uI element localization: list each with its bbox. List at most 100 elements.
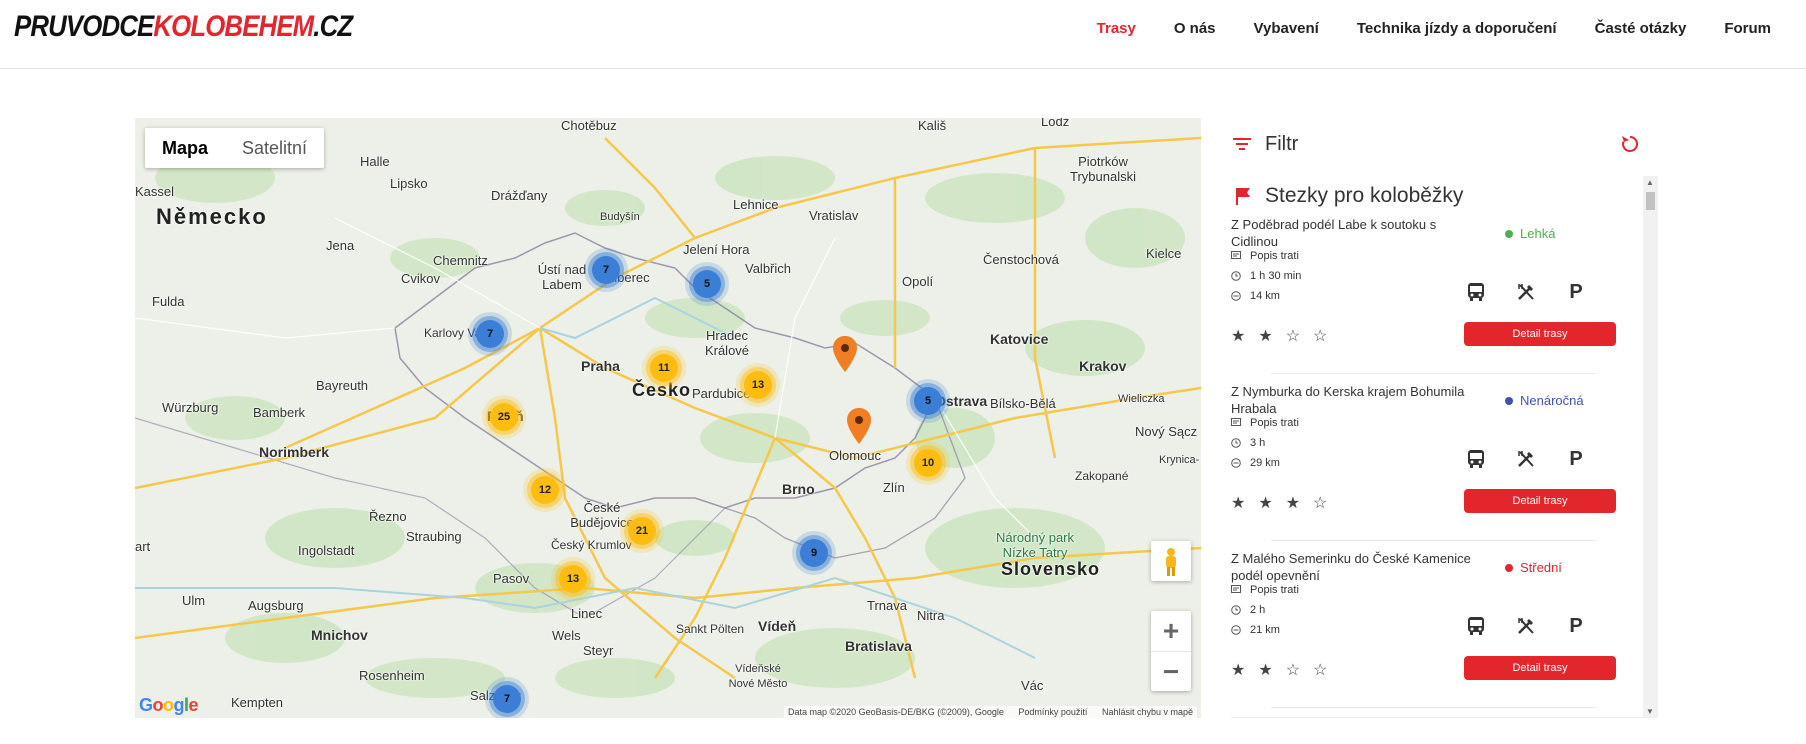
city-label: České Budějovice bbox=[570, 500, 634, 530]
list-scrollbar[interactable]: ▲ ▼ bbox=[1643, 176, 1658, 717]
city-label: Brno bbox=[782, 481, 815, 497]
zoom-in-button[interactable]: + bbox=[1151, 611, 1191, 651]
country-label-czech: Česko bbox=[632, 380, 692, 400]
restaurant-icon bbox=[1514, 280, 1538, 304]
map-cluster[interactable]: 21 bbox=[628, 517, 656, 545]
category-title: Stezky pro koloběžky bbox=[1265, 184, 1464, 207]
route-rating: ★ ★ ★ ☆ bbox=[1231, 493, 1327, 513]
site-logo[interactable]: PRUVODCEKOLOBEHEM.CZ bbox=[14, 10, 353, 44]
map-cluster[interactable]: 7 bbox=[592, 256, 620, 284]
scroll-up-icon[interactable]: ▲ bbox=[1646, 178, 1654, 187]
star-icon-filled[interactable]: ★ bbox=[1258, 493, 1272, 513]
city-label: Lehnice bbox=[733, 197, 779, 212]
route-name[interactable]: Z Nymburka do Kerska krajem Bohumila Hra… bbox=[1231, 383, 1471, 417]
star-icon-empty[interactable]: ☆ bbox=[1286, 326, 1300, 346]
scrollbar-thumb[interactable] bbox=[1646, 192, 1655, 210]
map-marker-pin[interactable] bbox=[833, 336, 857, 372]
city-label: Straubing bbox=[406, 529, 462, 544]
map-cluster[interactable]: 13 bbox=[559, 565, 587, 593]
map-cluster[interactable]: 25 bbox=[490, 403, 518, 431]
map-cluster[interactable]: 10 bbox=[914, 449, 942, 477]
star-icon-filled[interactable]: ★ bbox=[1258, 326, 1272, 346]
map-cluster[interactable]: 12 bbox=[531, 476, 559, 504]
route-duration: 2 h bbox=[1231, 604, 1265, 616]
nav-trasy[interactable]: Trasy bbox=[1078, 18, 1155, 39]
star-icon-filled[interactable]: ★ bbox=[1231, 493, 1245, 513]
map-cluster[interactable]: 11 bbox=[650, 354, 678, 382]
city-label: Pardubice bbox=[692, 386, 751, 401]
route-name[interactable]: Z Poděbrad podél Labe k soutoku s Cidlin… bbox=[1231, 216, 1471, 250]
city-label: Hradec Králové bbox=[704, 328, 750, 358]
nav-vybaveni[interactable]: Vybavení bbox=[1235, 18, 1338, 39]
star-icon-empty[interactable]: ☆ bbox=[1313, 660, 1327, 680]
reset-icon[interactable] bbox=[1619, 133, 1641, 155]
map-cluster[interactable]: 5 bbox=[693, 270, 721, 298]
description-label: Popis trati bbox=[1250, 250, 1299, 262]
map-cluster[interactable]: 13 bbox=[744, 371, 772, 399]
map-cluster[interactable]: 9 bbox=[800, 539, 828, 567]
nav-technika[interactable]: Technika jízdy a doporučení bbox=[1338, 18, 1576, 39]
city-label: Jena bbox=[326, 238, 355, 253]
map-marker-pin[interactable] bbox=[847, 408, 871, 444]
route-divider bbox=[1271, 373, 1596, 374]
street-view-button[interactable] bbox=[1151, 541, 1191, 581]
difficulty-label: Lehká bbox=[1520, 226, 1556, 241]
filter-title: Filtr bbox=[1265, 132, 1299, 155]
city-label: Steyr bbox=[583, 643, 614, 658]
city-label: Ulm bbox=[182, 593, 206, 608]
city-label: Řezno bbox=[369, 509, 407, 524]
clock-icon bbox=[1231, 271, 1241, 281]
route-list[interactable]: Stezky pro koloběžky Z Poděbrad podél La… bbox=[1231, 176, 1658, 718]
city-label: Piotrków Trybunalski bbox=[1070, 154, 1136, 184]
star-icon-filled[interactable]: ★ bbox=[1231, 326, 1245, 346]
city-label: Vác bbox=[1021, 678, 1044, 693]
zoom-out-button[interactable]: − bbox=[1151, 651, 1191, 691]
distance-label: 14 km bbox=[1250, 290, 1280, 302]
description-label: Popis trati bbox=[1250, 417, 1299, 429]
city-label: Zlín bbox=[883, 480, 905, 495]
map-type-toggle: Mapa Satelitní bbox=[145, 128, 325, 168]
star-icon-filled[interactable]: ★ bbox=[1286, 493, 1300, 513]
attribution-terms[interactable]: Podmínky použití bbox=[1018, 707, 1087, 717]
city-label: Wels bbox=[552, 628, 581, 643]
city-label: Trnava bbox=[867, 598, 907, 613]
route-map[interactable]: Mapa Satelitní Německo Česko Slovensko N… bbox=[135, 118, 1201, 718]
restaurant-icon bbox=[1514, 447, 1538, 471]
city-label: Krynica- bbox=[1159, 454, 1200, 466]
route-detail-button[interactable]: Detail trasy bbox=[1464, 656, 1616, 680]
city-label: Vratislav bbox=[809, 208, 859, 223]
logo-text-1: PRUVODCE bbox=[14, 10, 154, 43]
city-label: Nový Sącz bbox=[1135, 424, 1198, 439]
map-cluster[interactable]: 5 bbox=[914, 387, 942, 415]
star-icon-filled[interactable]: ★ bbox=[1231, 660, 1245, 680]
star-icon-filled[interactable]: ★ bbox=[1258, 660, 1272, 680]
star-icon-empty[interactable]: ☆ bbox=[1286, 660, 1300, 680]
map-cluster[interactable]: 7 bbox=[493, 685, 521, 713]
bus-icon bbox=[1464, 614, 1488, 638]
country-label-germany: Německo bbox=[156, 204, 268, 229]
city-label: Valbřich bbox=[745, 261, 792, 276]
map-type-map[interactable]: Mapa bbox=[145, 128, 225, 168]
description-label: Popis trati bbox=[1250, 584, 1299, 596]
google-logo: Google bbox=[139, 695, 199, 715]
zoom-controls: + − bbox=[1151, 611, 1191, 691]
nav-forum[interactable]: Forum bbox=[1705, 18, 1790, 39]
clock-icon bbox=[1231, 438, 1241, 448]
city-label: Halle bbox=[360, 154, 390, 169]
map-cluster[interactable]: 7 bbox=[476, 320, 504, 348]
scroll-down-icon[interactable]: ▼ bbox=[1646, 707, 1654, 716]
city-label: Český Krumlov bbox=[551, 538, 632, 552]
route-distance: 14 km bbox=[1231, 290, 1280, 302]
star-icon-empty[interactable]: ☆ bbox=[1313, 326, 1327, 346]
restaurant-icon bbox=[1514, 614, 1538, 638]
difficulty-dot bbox=[1505, 229, 1513, 238]
route-detail-button[interactable]: Detail trasy bbox=[1464, 489, 1616, 513]
map-type-satellite[interactable]: Satelitní bbox=[225, 128, 324, 168]
attribution-data: Data map ©2020 GeoBasis-DE/BKG (©2009), … bbox=[788, 707, 1004, 717]
nav-caste-otazky[interactable]: Časté otázky bbox=[1576, 18, 1706, 39]
route-detail-button[interactable]: Detail trasy bbox=[1464, 322, 1616, 346]
star-icon-empty[interactable]: ☆ bbox=[1313, 493, 1327, 513]
nav-o-nas[interactable]: O nás bbox=[1155, 18, 1235, 39]
attribution-report[interactable]: Nahlásit chybu v mapě bbox=[1102, 707, 1193, 717]
route-name[interactable]: Z Malého Semerinku do České Kamenice pod… bbox=[1231, 550, 1471, 584]
